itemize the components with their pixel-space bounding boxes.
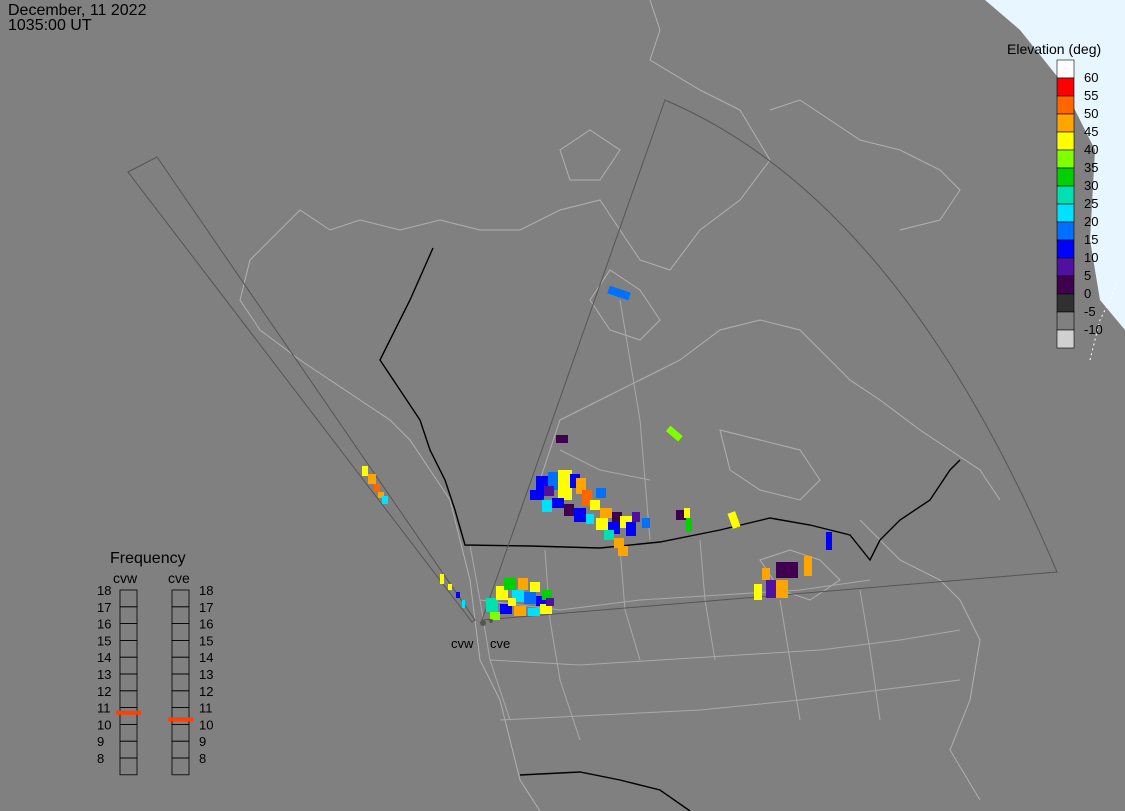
frequency-title: Frequency [110, 550, 186, 567]
freq-cell [171, 606, 190, 624]
freq-cell [171, 673, 190, 692]
cvw-site-marker [480, 620, 486, 626]
freq-cell [119, 623, 138, 641]
colorbar-swatch [1056, 167, 1075, 187]
colorbar-tick-label: 45 [1084, 124, 1098, 139]
colorbar-swatch [1056, 293, 1075, 313]
colorbar-swatch [1056, 203, 1075, 223]
freq-tick-left: 11 [97, 701, 111, 716]
colorbar-tick-label: 55 [1084, 88, 1098, 103]
colorbar-tick-label: 50 [1084, 106, 1098, 121]
freq-tick-right: 9 [199, 734, 206, 749]
colorbar-swatch [1056, 131, 1075, 151]
freq-tick-left: 10 [97, 717, 111, 732]
freq-tick-left: 8 [97, 751, 104, 766]
freq-cell [171, 623, 190, 641]
freq-tick-right: 11 [199, 701, 213, 716]
freq-cell [119, 606, 138, 624]
freq-cell [119, 640, 138, 658]
colorbar-swatch [1056, 257, 1075, 277]
freq-tick-right: 12 [199, 684, 213, 699]
colorbar-swatch [1056, 113, 1075, 133]
colorbar-swatch [1056, 149, 1075, 169]
freq-marker-cvw [116, 710, 141, 715]
colorbar-swatch [1056, 329, 1075, 349]
colorbar-swatch [1056, 275, 1075, 295]
state-lines [469, 299, 961, 741]
freq-cell [119, 707, 138, 725]
freq-tick-right: 15 [199, 633, 213, 648]
national-border [379, 247, 961, 811]
frequency-panel: 18 1817 1716 1615 1514 1413 1312 1211 1110 109 98 8 [97, 583, 213, 776]
colorbar-swatch [1056, 59, 1075, 79]
freq-cell [171, 724, 190, 742]
legend-title: Elevation (deg) [1007, 41, 1102, 57]
colorbar-tick-label: 25 [1084, 196, 1098, 211]
freq-cell [171, 757, 190, 776]
freq-cell [119, 740, 138, 759]
colorbar-tick-label: -5 [1084, 304, 1096, 319]
time-label: 1035:00 UT [8, 17, 92, 34]
colorbar-swatch [1056, 239, 1075, 259]
colorbar-tick-label: 60 [1084, 70, 1098, 85]
colorbar-tick-label: 35 [1084, 160, 1098, 175]
colorbar-tick-label: 5 [1084, 268, 1091, 283]
freq-tick-left: 16 [97, 617, 111, 632]
colorbar-tick-label: 20 [1084, 214, 1098, 229]
colorbar-swatch [1056, 185, 1075, 205]
colorbar-swatch [1056, 311, 1075, 331]
freq-marker-cve [168, 717, 193, 722]
freq-tick-left: 13 [97, 667, 111, 682]
freq-cell [171, 690, 190, 708]
freq-cell [119, 690, 138, 708]
freq-tick-left: 12 [97, 684, 111, 699]
freq-tick-left: 18 [97, 583, 111, 598]
freq-cell [119, 589, 138, 608]
freq-tick-left: 17 [97, 600, 111, 615]
freq-cell [119, 673, 138, 692]
freq-tick-right: 8 [199, 751, 206, 766]
colorbar-tick-label: 15 [1084, 232, 1098, 247]
freq-cell [171, 707, 190, 725]
colorbar-tick-label: -10 [1084, 322, 1103, 337]
freq-cell [119, 724, 138, 742]
freq-cell [119, 656, 138, 675]
site-label-cve: cve [490, 636, 511, 651]
cve-site-marker [489, 619, 493, 623]
freq-label-cve: cve [168, 570, 190, 586]
radar-fov [127, 99, 1058, 623]
freq-cell [171, 640, 190, 658]
colorbar-tick-label: 30 [1084, 178, 1098, 193]
freq-tick-left: 14 [97, 650, 111, 665]
colorbar-swatch [1056, 77, 1075, 97]
colorbar-swatch [1056, 95, 1075, 115]
colorbar-tick-label: 40 [1084, 142, 1098, 157]
freq-tick-right: 10 [199, 717, 213, 732]
colorbar-tick-label: 0 [1084, 286, 1091, 301]
freq-tick-right: 17 [199, 600, 213, 615]
freq-cell [171, 740, 190, 759]
colorbar-swatch [1056, 221, 1075, 241]
freq-tick-right: 16 [199, 617, 213, 632]
freq-tick-left: 9 [97, 734, 104, 749]
freq-cell [171, 589, 190, 608]
map-canvas: 605550454035302520151050-5-10 18 1817 1716… [97, 0, 1125, 811]
site-label-cvw: cvw [451, 636, 474, 651]
freq-tick-right: 18 [199, 583, 213, 598]
freq-tick-right: 13 [199, 667, 213, 682]
freq-cell [119, 757, 138, 776]
freq-cell [171, 656, 190, 675]
freq-tick-right: 14 [199, 650, 213, 665]
freq-label-cvw: cvw [113, 570, 138, 586]
freq-tick-left: 15 [97, 633, 111, 648]
colorbar-tick-label: 10 [1084, 250, 1098, 265]
